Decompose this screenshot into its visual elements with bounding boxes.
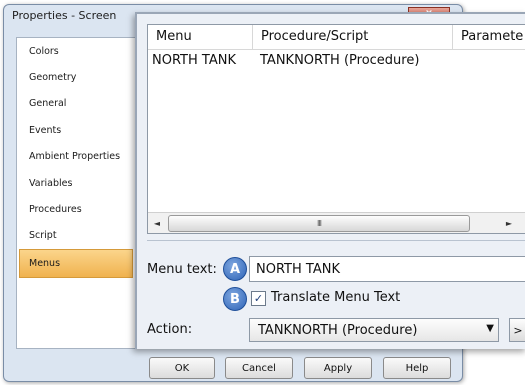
action-select[interactable]: TANKNORTH (Procedure) ▼ (249, 318, 499, 342)
sidebar-item-label: General (29, 98, 67, 110)
menus-panel: Menu Procedure/Script Paramete NORTH TAN… (135, 12, 525, 349)
scroll-right-icon[interactable]: ► (500, 213, 518, 233)
translate-menu-text-label: Translate Menu Text (271, 290, 401, 305)
sidebar-item-colors[interactable]: Colors (17, 38, 137, 64)
menu-text-input[interactable] (249, 256, 525, 282)
divider (147, 240, 525, 241)
sidebar-item-label: Events (29, 124, 62, 136)
sidebar-item-menus[interactable]: Menus (19, 249, 133, 278)
menus-table: Menu Procedure/Script Paramete NORTH TAN… (147, 24, 525, 234)
sidebar-item-label: Variables (29, 177, 73, 189)
translate-menu-text-checkbox[interactable]: ✓ (251, 291, 266, 306)
column-header-parameters[interactable]: Paramete (453, 25, 525, 49)
column-header-procedure-script[interactable]: Procedure/Script (253, 25, 453, 49)
scroll-left-icon[interactable]: ◄ (148, 213, 166, 233)
cancel-button[interactable]: Cancel (225, 357, 293, 379)
apply-button[interactable]: Apply (304, 357, 372, 379)
sidebar-item-ambient-properties[interactable]: Ambient Properties (17, 144, 137, 170)
dialog-title: Properties - Screen (12, 9, 117, 22)
ok-button[interactable]: OK (149, 357, 215, 379)
sidebar-item-label: Colors (29, 45, 59, 57)
menu-text-label: Menu text: (147, 262, 217, 277)
table-header: Menu Procedure/Script Paramete (148, 25, 525, 50)
sidebar-item-events[interactable]: Events (17, 117, 137, 143)
scroll-thumb[interactable]: III (168, 215, 470, 232)
cell-menu: NORTH TANK (152, 53, 236, 68)
sidebar-item-label: Geometry (29, 72, 77, 84)
sidebar-item-label: Procedures (29, 204, 82, 216)
sidebar-item-label: Script (29, 230, 57, 242)
sidebar-item-label: Menus (29, 257, 61, 269)
column-header-menu[interactable]: Menu (148, 25, 253, 49)
chevron-down-icon: ▼ (486, 323, 494, 334)
sidebar-item-general[interactable]: General (17, 91, 137, 117)
sidebar: Colors Geometry General Events Ambient P… (16, 37, 138, 349)
sidebar-item-procedures[interactable]: Procedures (17, 196, 137, 222)
callout-a-marker: A (223, 257, 247, 281)
callout-b-marker: B (223, 287, 247, 311)
action-select-value: TANKNORTH (Procedure) (258, 323, 418, 338)
sidebar-item-label: Ambient Properties (29, 151, 121, 163)
horizontal-scrollbar[interactable]: ◄ III ► (148, 212, 525, 233)
action-label: Action: (147, 322, 193, 337)
cell-procedure: TANKNORTH (Procedure) (260, 53, 420, 68)
help-button[interactable]: Help (383, 357, 451, 379)
sidebar-item-geometry[interactable]: Geometry (17, 64, 137, 90)
sidebar-item-script[interactable]: Script (17, 223, 137, 249)
sidebar-item-variables[interactable]: Variables (17, 170, 137, 196)
action-more-button[interactable]: > (509, 318, 525, 342)
